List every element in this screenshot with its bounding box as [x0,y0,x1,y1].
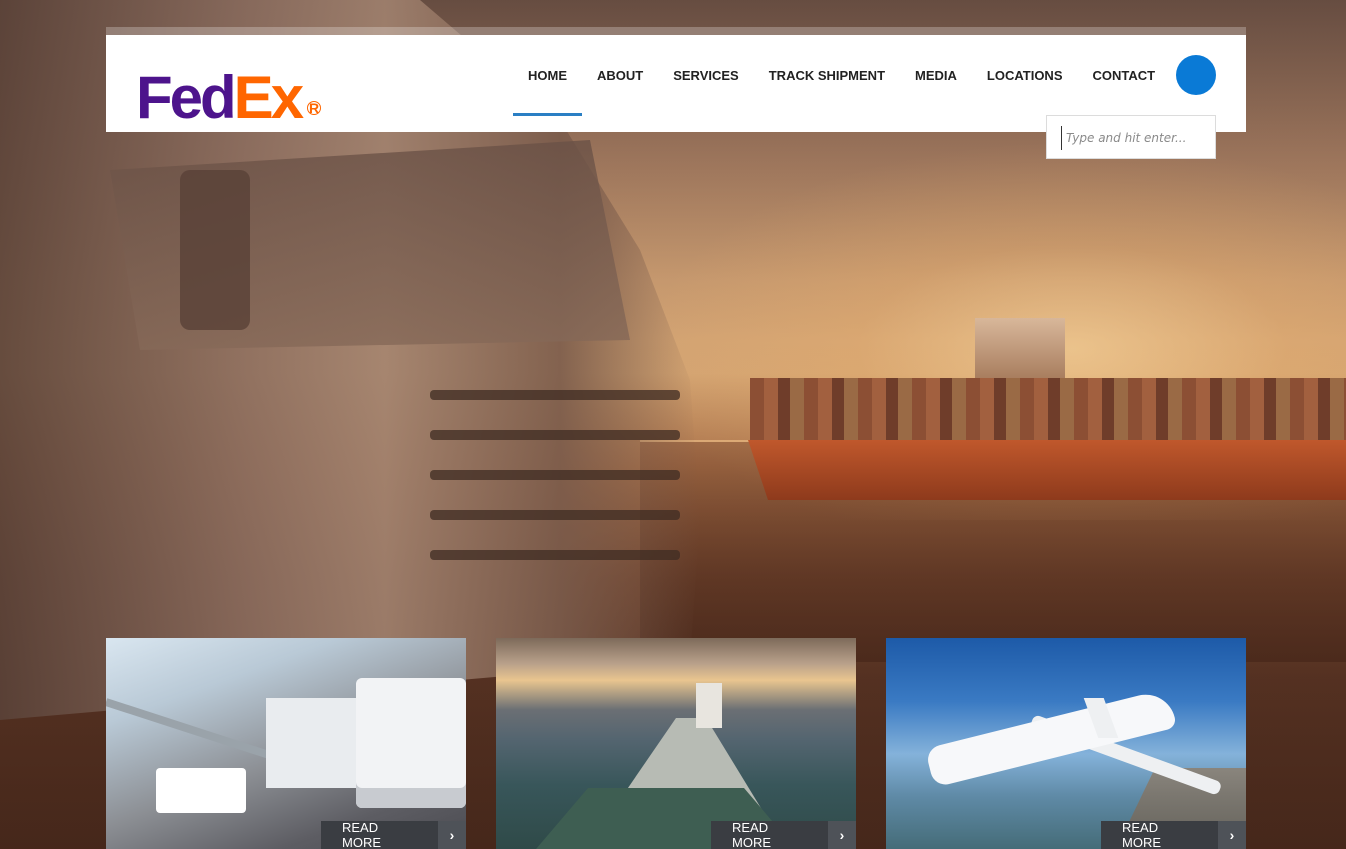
plane-body [924,688,1178,788]
search-input[interactable] [1061,126,1208,150]
service-card-ship[interactable]: READ MORE › [496,638,856,849]
read-more-button[interactable]: READ MORE › [1101,820,1246,849]
nav-contact[interactable]: CONTACT [1078,35,1171,116]
road [106,698,279,762]
truck-grille [430,380,680,620]
read-more-button[interactable]: READ MORE › [321,820,466,849]
small-truck [156,768,246,813]
ship-containers [750,378,1346,442]
grille-bar [430,390,680,400]
nav-about[interactable]: ABOUT [582,35,658,116]
search-toggle-button[interactable] [1176,55,1216,95]
logo-ex-text: Ex [233,64,304,131]
truck-mirror [180,170,250,330]
ship-bridge [696,683,722,728]
ship-image [496,638,856,849]
nav-media[interactable]: MEDIA [900,35,972,116]
trailer [266,698,366,788]
grille-bar [430,470,680,480]
airplane-image [886,638,1246,849]
service-card-airplane[interactable]: READ MORE › [886,638,1246,849]
chevron-right-icon: › [828,821,856,849]
truck-cab [356,678,466,808]
truck-image [106,638,466,849]
read-more-label: READ MORE [321,820,438,849]
registered-icon: R [307,100,322,116]
search-dropdown [1046,115,1216,159]
chevron-right-icon: › [438,821,466,849]
grille-bar [430,510,680,520]
logo-fed-text: Fed [136,64,237,131]
service-card-truck[interactable]: READ MORE › [106,638,466,849]
nav-track-shipment[interactable]: TRACK SHIPMENT [754,35,900,116]
grille-bar [430,550,680,560]
nav-home[interactable]: HOME [513,35,582,116]
ship-tower [975,318,1065,380]
grille-bar [430,430,680,440]
nav-locations[interactable]: LOCATIONS [972,35,1078,116]
read-more-button[interactable]: READ MORE › [711,820,856,849]
ship-hull [748,440,1346,500]
nav-services[interactable]: SERVICES [658,35,754,116]
chevron-right-icon: › [1218,821,1246,849]
fedex-logo[interactable]: Fed Ex R [136,65,336,131]
read-more-label: READ MORE [1101,820,1218,849]
read-more-label: READ MORE [711,820,828,849]
